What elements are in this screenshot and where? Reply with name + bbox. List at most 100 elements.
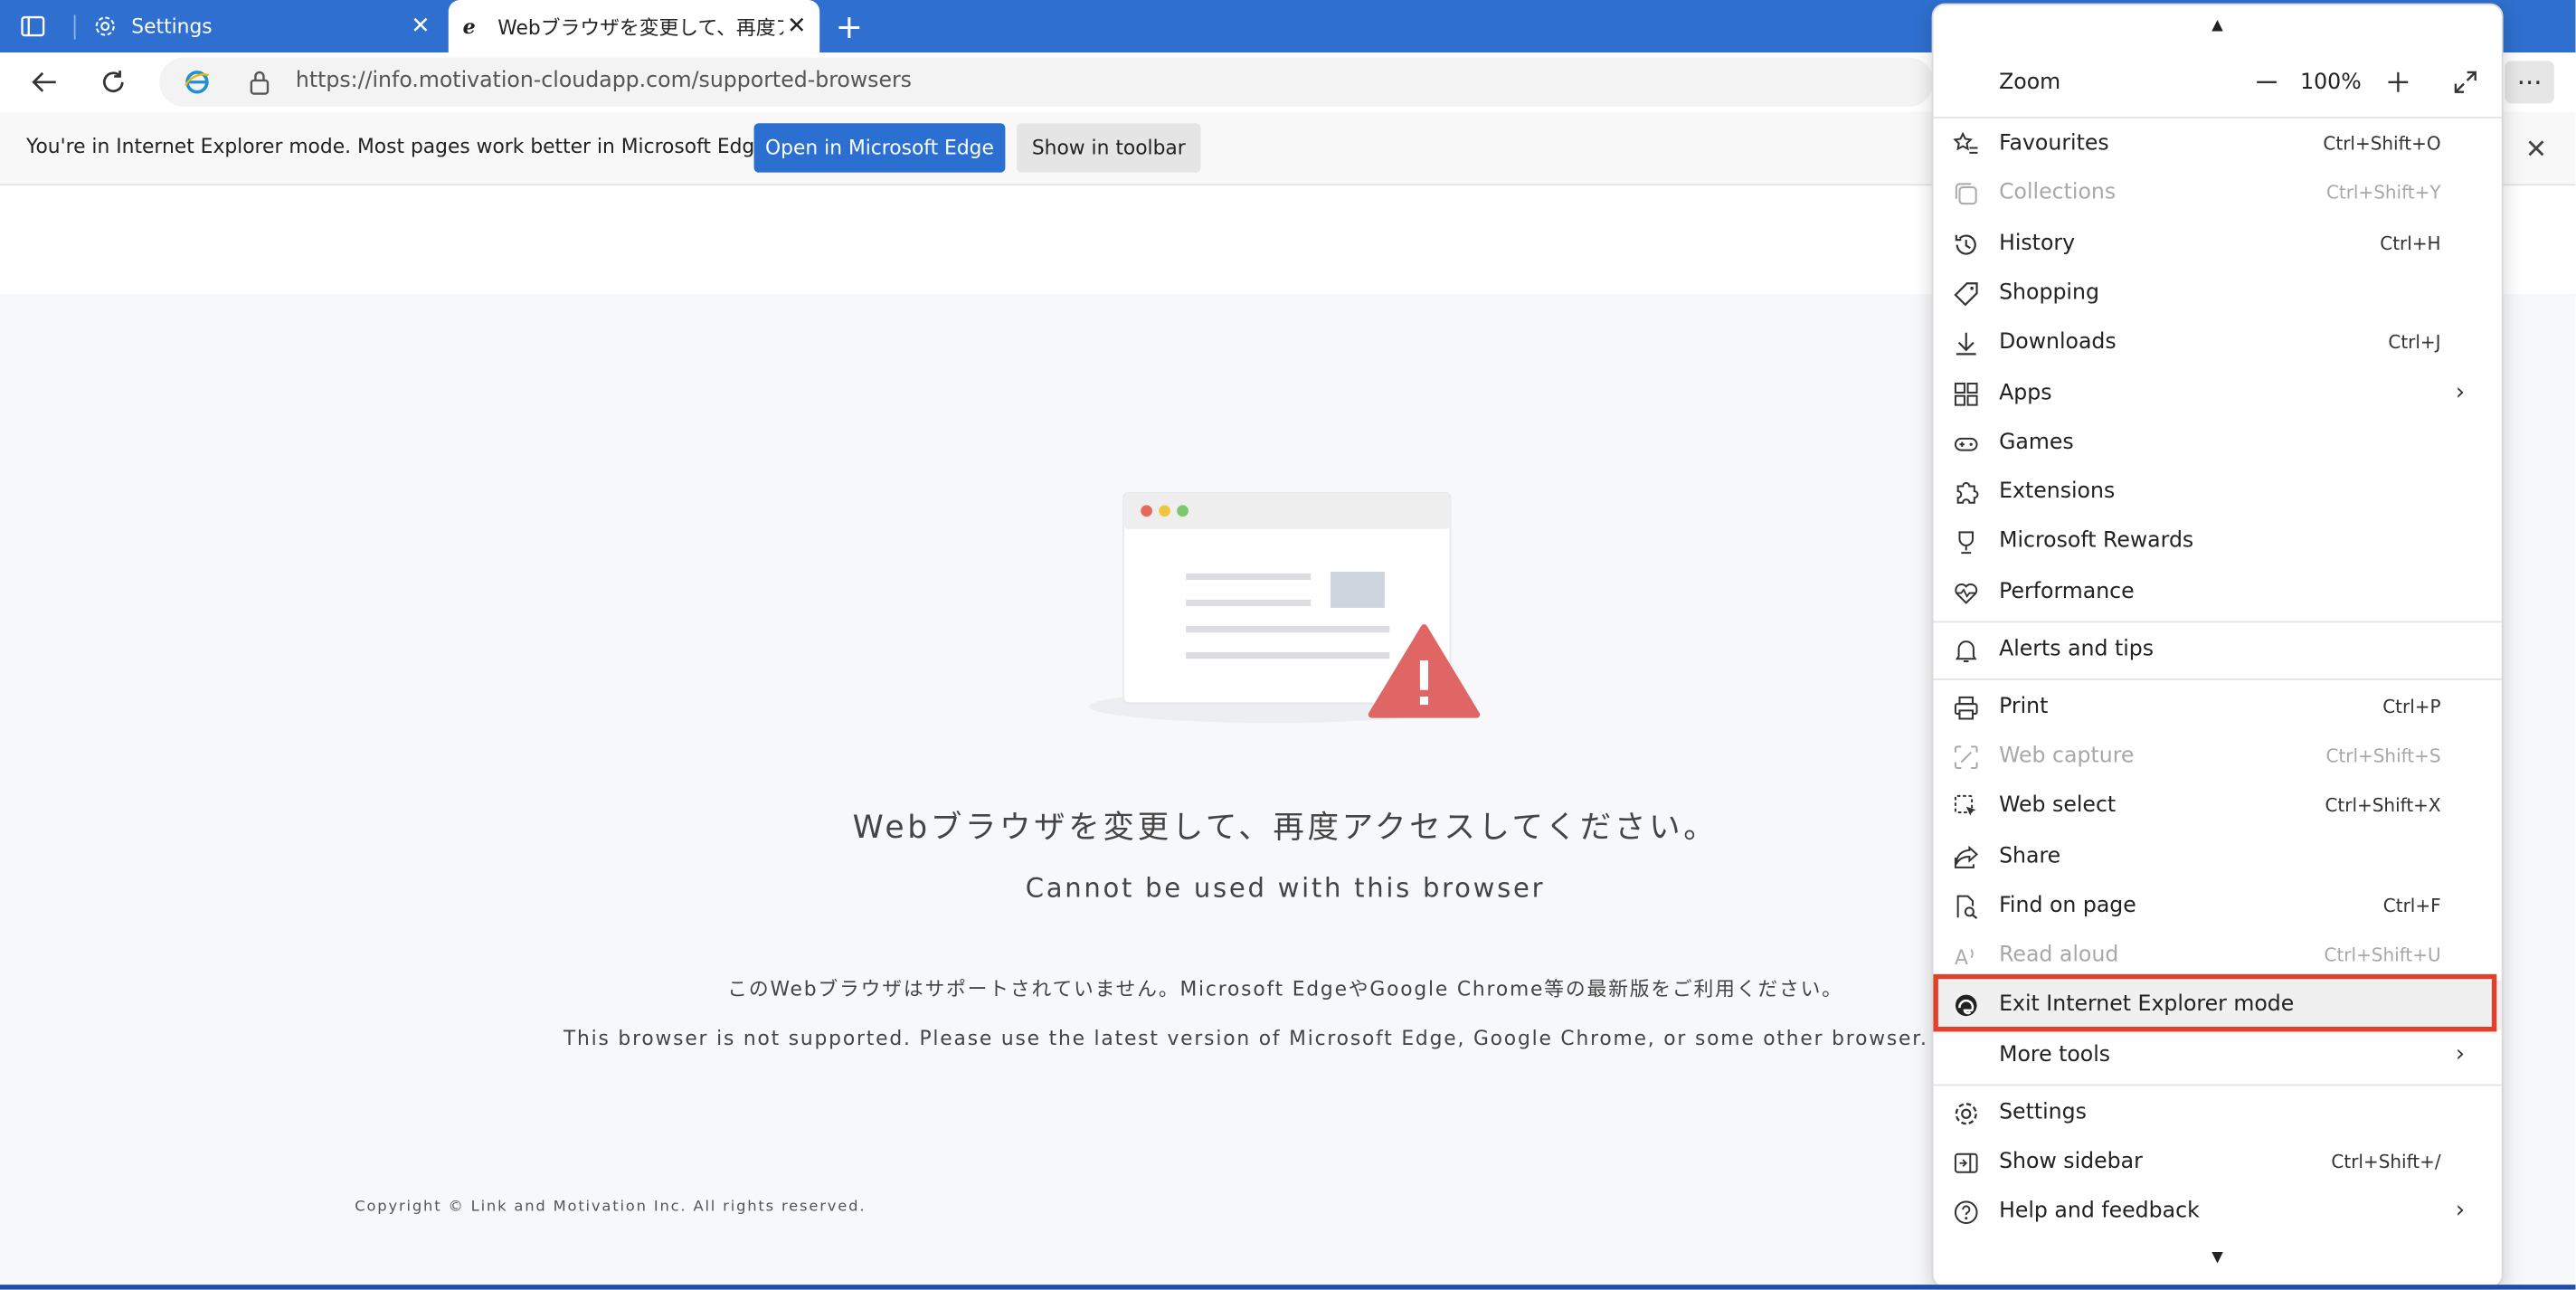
menu-item-label: Print — [1999, 695, 2049, 720]
ie-icon: e — [459, 14, 485, 40]
menu-item-find-on-page[interactable]: Find on page Ctrl+F — [1933, 882, 2501, 931]
read-aloud-icon: A — [1951, 942, 1981, 972]
menu-item-shortcut: Ctrl+Shift+Y — [2325, 182, 2441, 204]
zoom-out-icon[interactable] — [2249, 62, 2285, 102]
zoom-row: Zoom 100% — [1933, 59, 2501, 108]
tab-label: Settings — [131, 14, 213, 38]
find-icon — [1951, 892, 1981, 922]
close-tab-icon[interactable]: ✕ — [407, 14, 433, 40]
new-tab-icon[interactable]: + — [829, 6, 869, 46]
menu-item-shopping[interactable]: Shopping — [1933, 270, 2501, 318]
show-in-toolbar-button[interactable]: Show in toolbar — [1017, 123, 1201, 173]
menu-item-shortcut: Ctrl+Shift+/ — [2331, 1152, 2441, 1173]
settings-and-more-menu: ▲ Zoom 100% Favourites Ctrl+Shift+O Coll… — [1931, 3, 2504, 1288]
scroll-down-icon[interactable]: ▼ — [1933, 1250, 2501, 1266]
menu-item-label: Microsoft Rewards — [1999, 528, 2194, 554]
menu-item-shortcut: Ctrl+Shift+X — [2325, 794, 2441, 817]
printer-icon — [1951, 693, 1981, 723]
browser-warning-illustration — [1089, 491, 1481, 724]
fullscreen-icon[interactable] — [2448, 62, 2484, 102]
menu-item-print[interactable]: Print Ctrl+P — [1933, 683, 2501, 732]
close-tab-icon[interactable]: ✕ — [783, 14, 810, 40]
tab-settings[interactable]: Settings ✕ — [82, 0, 444, 52]
menu-item-label: More tools — [1999, 1043, 2111, 1068]
menu-item-shortcut: Ctrl+Shift+O — [2323, 133, 2441, 155]
trophy-icon — [1951, 527, 1981, 557]
menu-item-label: Read aloud — [1999, 943, 2119, 968]
chevron-right-icon: › — [2455, 379, 2466, 406]
menu-item-web-select[interactable]: Web select Ctrl+Shift+X — [1933, 782, 2501, 830]
menu-item-label: Show sidebar — [1999, 1150, 2143, 1175]
chevron-right-icon: › — [2455, 1197, 2466, 1224]
tab-divider — [73, 14, 76, 40]
menu-divider — [1933, 1084, 2502, 1086]
menu-divider — [1933, 621, 2502, 623]
menu-item-shortcut: Ctrl+H — [2380, 232, 2441, 255]
capture-icon — [1951, 743, 1981, 773]
menu-item-label: Favourites — [1999, 131, 2109, 157]
menu-item-history[interactable]: History Ctrl+H — [1933, 220, 2501, 269]
heart-pulse-icon — [1951, 578, 1981, 608]
copyright-text: Copyright © Link and Motivation Inc. All… — [355, 1199, 867, 1216]
more-options-button[interactable]: ··· — [2505, 61, 2554, 104]
tab-active[interactable]: e Webブラウザを変更して、再度アクセ ✕ — [448, 0, 820, 53]
scroll-up-icon[interactable]: ▲ — [1933, 18, 2501, 34]
menu-item-label: Web select — [1999, 793, 2117, 819]
tab-actions-icon[interactable] — [14, 6, 53, 46]
menu-item-label: Games — [1999, 430, 2074, 456]
menu-item-performance[interactable]: Performance — [1933, 568, 2501, 617]
menu-item-label: Collections — [1999, 180, 2117, 205]
menu-item-shortcut: Ctrl+F — [2382, 895, 2441, 917]
taskbar-edge — [0, 1285, 2576, 1290]
menu-item-web-capture[interactable]: Web capture Ctrl+Shift+S — [1933, 733, 2501, 782]
ie-mode-icon[interactable] — [184, 69, 210, 101]
menu-item-favourites[interactable]: Favourites Ctrl+Shift+O — [1933, 120, 2501, 169]
menu-item-label: Alerts and tips — [1999, 637, 2155, 662]
menu-item-label: Shopping — [1999, 280, 2099, 306]
sidebar-icon — [1951, 1148, 1981, 1178]
highlight-box — [1933, 973, 2497, 1032]
menu-divider — [1933, 678, 2502, 680]
select-icon — [1951, 792, 1981, 821]
address-bar[interactable]: https://info.motivation-cloudapp.com/sup… — [159, 57, 1934, 108]
refresh-icon[interactable] — [92, 62, 135, 102]
back-icon[interactable] — [23, 62, 65, 102]
menu-item-label: Extensions — [1999, 479, 2116, 505]
open-in-edge-button[interactable]: Open in Microsoft Edge — [753, 123, 1006, 173]
menu-item-shortcut: Ctrl+J — [2388, 331, 2441, 354]
menu-item-alerts-and-tips[interactable]: Alerts and tips — [1933, 626, 2501, 675]
menu-item-microsoft-rewards[interactable]: Microsoft Rewards — [1933, 517, 2501, 566]
menu-item-more-tools[interactable]: More tools › — [1933, 1031, 2501, 1080]
menu-item-label: Settings — [1999, 1100, 2087, 1125]
menu-item-help-and-feedback[interactable]: Help and feedback › — [1933, 1188, 2501, 1237]
help-icon — [1951, 1198, 1981, 1228]
url-text[interactable]: https://info.motivation-cloudapp.com/sup… — [296, 69, 912, 93]
gear-icon — [1951, 1099, 1981, 1129]
infobar-message: You're in Internet Explorer mode. Most p… — [26, 134, 773, 158]
menu-item-show-sidebar[interactable]: Show sidebar Ctrl+Shift+/ — [1933, 1138, 2501, 1187]
menu-divider — [1933, 116, 2502, 119]
games-icon — [1951, 429, 1981, 459]
menu-item-settings[interactable]: Settings — [1933, 1089, 2501, 1138]
zoom-in-icon[interactable] — [2380, 62, 2416, 102]
history-icon — [1951, 230, 1981, 260]
svg-text:A: A — [1955, 947, 1968, 969]
menu-item-games[interactable]: Games — [1933, 419, 2501, 468]
menu-item-label: Find on page — [1999, 893, 2136, 919]
tag-icon — [1951, 280, 1981, 309]
menu-item-label: Web capture — [1999, 744, 2135, 769]
close-infobar-icon[interactable]: ✕ — [2520, 131, 2552, 164]
menu-item-shortcut: Ctrl+Shift+S — [2325, 745, 2441, 768]
download-icon — [1951, 328, 1981, 358]
menu-item-extensions[interactable]: Extensions — [1933, 469, 2501, 517]
svg-text:e: e — [463, 15, 476, 38]
menu-item-share[interactable]: Share — [1933, 833, 2501, 882]
menu-item-collections[interactable]: Collections Ctrl+Shift+Y — [1933, 169, 2501, 218]
lock-icon[interactable] — [248, 69, 270, 101]
puzzle-icon — [1951, 478, 1981, 507]
menu-item-apps[interactable]: Apps › — [1933, 370, 2501, 419]
menu-item-downloads[interactable]: Downloads Ctrl+J — [1933, 318, 2501, 367]
star-list-icon — [1951, 129, 1981, 159]
tab-label: Webブラウザを変更して、再度アクセ — [497, 15, 783, 39]
menu-item-label: Performance — [1999, 580, 2135, 605]
